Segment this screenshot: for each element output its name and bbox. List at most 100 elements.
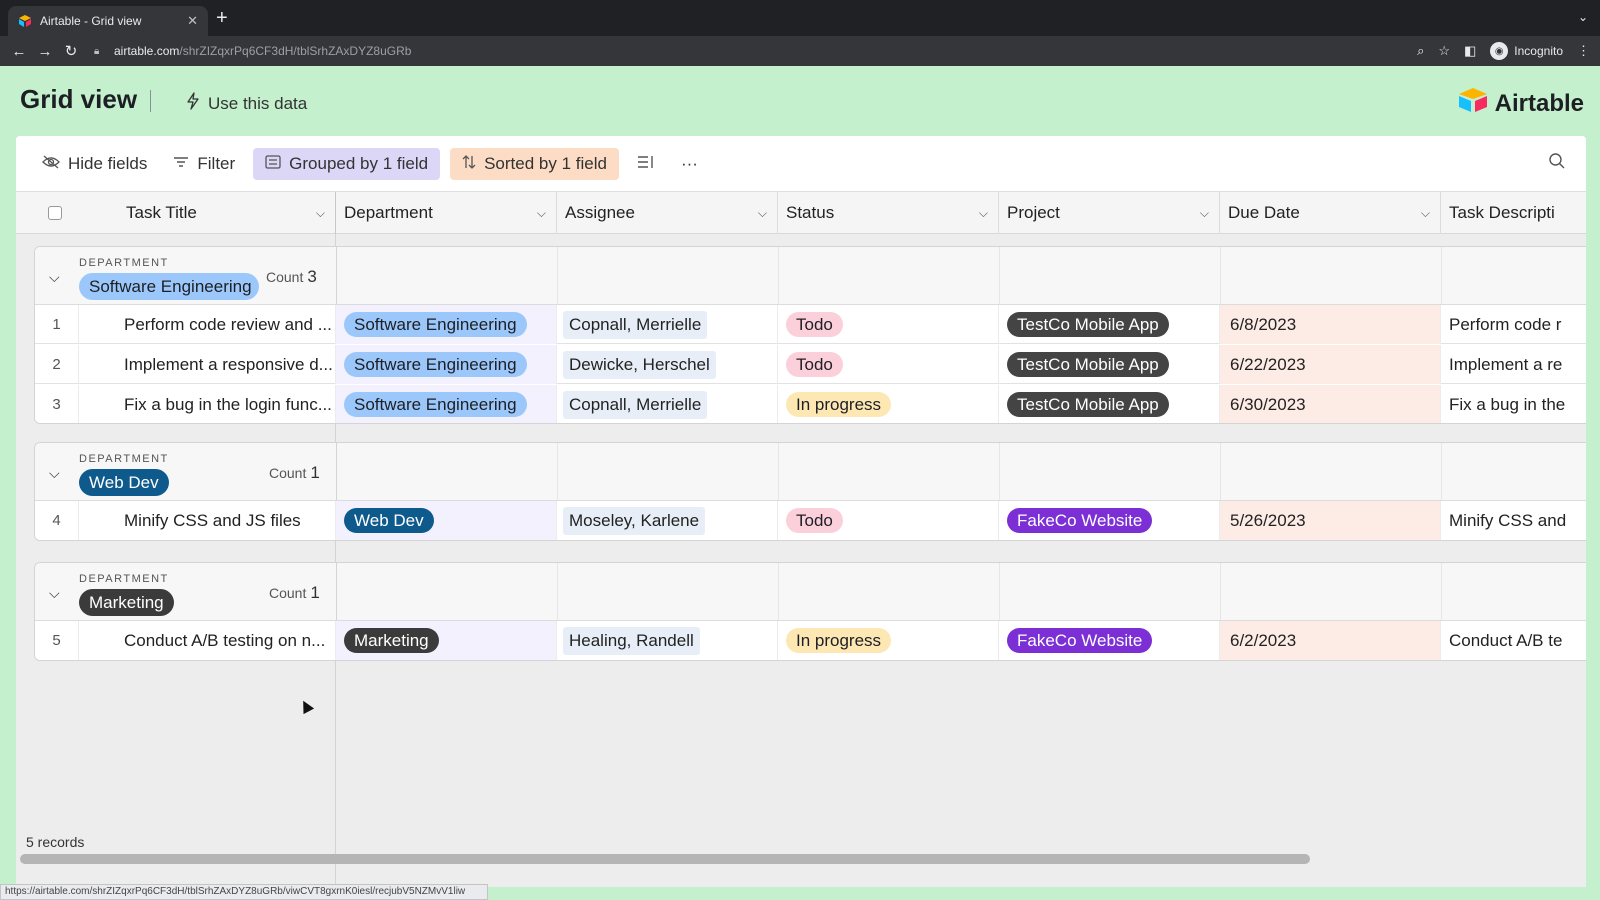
cell-assignee[interactable]: Dewicke, Herschel: [557, 345, 778, 384]
use-this-data-button[interactable]: Use this data: [186, 92, 307, 115]
cell-due-date[interactable]: 6/8/2023: [1220, 305, 1441, 344]
select-all-checkbox[interactable]: [48, 206, 62, 220]
collapse-chevron-icon[interactable]: ⌵: [49, 585, 60, 602]
table-row[interactable]: 3 Fix a bug in the login func... Software …: [35, 385, 1586, 423]
chevron-down-icon[interactable]: ⌵: [1200, 206, 1209, 221]
grouped-button[interactable]: Grouped by 1 field: [253, 147, 441, 180]
column-header-due-date[interactable]: Due Date ⌵: [1220, 192, 1441, 234]
cell-task-description[interactable]: Fix a bug in the: [1441, 385, 1586, 423]
chevron-down-icon[interactable]: ⌵: [1421, 206, 1430, 221]
table-row[interactable]: 1 Perform code review and ... Software Eng…: [35, 305, 1586, 344]
row-height-button[interactable]: [629, 148, 663, 180]
cell-due-date[interactable]: 6/30/2023: [1220, 385, 1441, 423]
cell-status[interactable]: Todo: [778, 305, 999, 344]
table-row[interactable]: 4 Minify CSS and JS files Web Dev Moseley, …: [35, 501, 1586, 540]
chevron-down-icon[interactable]: ⌵: [537, 206, 546, 221]
tab-search-chevron-icon[interactable]: ⌄: [1578, 10, 1588, 24]
column-header-department[interactable]: Department ⌵: [336, 192, 557, 234]
bookmark-star-icon[interactable]: ☆: [1438, 43, 1450, 59]
column-header-task-description[interactable]: Task Descripti: [1441, 192, 1586, 234]
airtable-favicon-icon: [18, 14, 32, 28]
cell-due-date[interactable]: 6/2/2023: [1220, 621, 1441, 660]
grid-panel: Hide fields Filter Grouped by 1 field So…: [16, 136, 1586, 887]
cell-project[interactable]: FakeCo Website: [999, 621, 1220, 660]
more-options-button[interactable]: ···: [673, 148, 706, 180]
back-icon[interactable]: ←: [6, 43, 32, 60]
cell-assignee[interactable]: Healing, Randell: [557, 621, 778, 660]
table-row[interactable]: 2 Implement a responsive d... Software Eng…: [35, 345, 1586, 384]
cell-task-description[interactable]: Implement a re: [1441, 345, 1586, 384]
count-label: Count: [269, 585, 307, 601]
column-header-task-title[interactable]: Task Title ⌵: [94, 192, 336, 234]
cell-task-title[interactable]: Fix a bug in the login func...: [124, 385, 336, 423]
cell-department[interactable]: Web Dev: [336, 501, 557, 540]
chevron-down-icon[interactable]: ⌵: [316, 206, 325, 221]
chevron-down-icon[interactable]: ⌵: [758, 206, 767, 221]
cell-project[interactable]: TestCo Mobile App: [999, 385, 1220, 423]
cell-task-title[interactable]: Minify CSS and JS files: [124, 501, 336, 540]
collapse-chevron-icon[interactable]: ⌵: [49, 465, 60, 482]
new-tab-button[interactable]: +: [216, 8, 228, 28]
incognito-indicator[interactable]: ◉ Incognito: [1490, 42, 1563, 60]
column-header-project[interactable]: Project ⌵: [999, 192, 1220, 234]
cell-task-title[interactable]: Perform code review and ...: [124, 305, 336, 344]
chevron-down-icon[interactable]: ⌵: [979, 206, 988, 221]
reload-icon[interactable]: ↻: [58, 42, 84, 60]
column-label: Assignee: [565, 203, 635, 222]
table-row[interactable]: 5 Conduct A/B testing on n... Marketing Hea…: [35, 621, 1586, 660]
cell-department[interactable]: Marketing: [336, 621, 557, 660]
cell-status[interactable]: In progress: [778, 385, 999, 423]
cell-task-description[interactable]: Conduct A/B te: [1441, 621, 1586, 660]
filter-button[interactable]: Filter: [165, 148, 243, 180]
row-number[interactable]: 1: [35, 305, 79, 344]
zoom-icon[interactable]: ⌕: [1417, 43, 1424, 59]
group-software-engineering: ⌵ DEPARTMENT Software Engineering Count 3…: [34, 246, 1586, 424]
cell-status[interactable]: In progress: [778, 621, 999, 660]
cell-assignee[interactable]: Copnall, Merrielle: [557, 385, 778, 423]
side-panel-icon[interactable]: ◧: [1464, 43, 1476, 59]
tab-close-icon[interactable]: ✕: [187, 13, 198, 29]
browser-menu-icon[interactable]: ⋮: [1577, 43, 1590, 59]
cell-assignee[interactable]: Moseley, Karlene: [557, 501, 778, 540]
collapse-chevron-icon[interactable]: ⌵: [49, 269, 60, 286]
column-label: Department: [344, 203, 433, 222]
cell-status[interactable]: Todo: [778, 345, 999, 384]
browser-tab[interactable]: Airtable - Grid view ✕: [8, 6, 208, 36]
airtable-logo[interactable]: Airtable: [1457, 86, 1584, 121]
column-header-assignee[interactable]: Assignee ⌵: [557, 192, 778, 234]
hide-fields-button[interactable]: Hide fields: [34, 148, 155, 180]
cell-project[interactable]: TestCo Mobile App: [999, 345, 1220, 384]
assignee-chip: Healing, Randell: [563, 626, 700, 655]
count-value: 1: [310, 463, 320, 482]
dept-pill: Marketing: [344, 628, 439, 653]
filter-label: Filter: [197, 153, 236, 173]
page-title: Grid view: [20, 84, 138, 114]
column-label: Task Title: [126, 203, 197, 222]
cell-task-description[interactable]: Minify CSS and: [1441, 501, 1586, 540]
cell-task-title[interactable]: Implement a responsive d...: [124, 345, 336, 384]
sorted-button[interactable]: Sorted by 1 field: [450, 147, 619, 180]
row-number[interactable]: 5: [35, 621, 79, 660]
row-number[interactable]: 4: [35, 501, 79, 540]
cell-department[interactable]: Software Engineering: [336, 385, 557, 423]
cell-department[interactable]: Software Engineering: [336, 305, 557, 344]
cell-due-date[interactable]: 5/26/2023: [1220, 501, 1441, 540]
eye-slash-icon: [42, 155, 60, 173]
cell-project[interactable]: TestCo Mobile App: [999, 305, 1220, 344]
row-number[interactable]: 3: [35, 385, 79, 423]
cell-task-description[interactable]: Perform code r: [1441, 305, 1586, 344]
cell-project[interactable]: FakeCo Website: [999, 501, 1220, 540]
cell-due-date[interactable]: 6/22/2023: [1220, 345, 1441, 384]
url-field[interactable]: 🔒︎ airtable.com/shrZIZqxrPq6CF3dH/tblSrh…: [94, 40, 1474, 62]
search-icon[interactable]: [1548, 152, 1566, 175]
count-value: 1: [310, 583, 320, 602]
column-header-status[interactable]: Status ⌵: [778, 192, 999, 234]
cell-department[interactable]: Software Engineering: [336, 345, 557, 384]
cell-task-title[interactable]: Conduct A/B testing on n...: [124, 621, 336, 660]
forward-icon[interactable]: →: [32, 43, 58, 60]
cell-assignee[interactable]: Copnall, Merrielle: [557, 305, 778, 344]
row-number[interactable]: 2: [35, 345, 79, 384]
horizontal-scrollbar[interactable]: [20, 854, 1310, 864]
use-this-data-label: Use this data: [208, 93, 308, 113]
cell-status[interactable]: Todo: [778, 501, 999, 540]
